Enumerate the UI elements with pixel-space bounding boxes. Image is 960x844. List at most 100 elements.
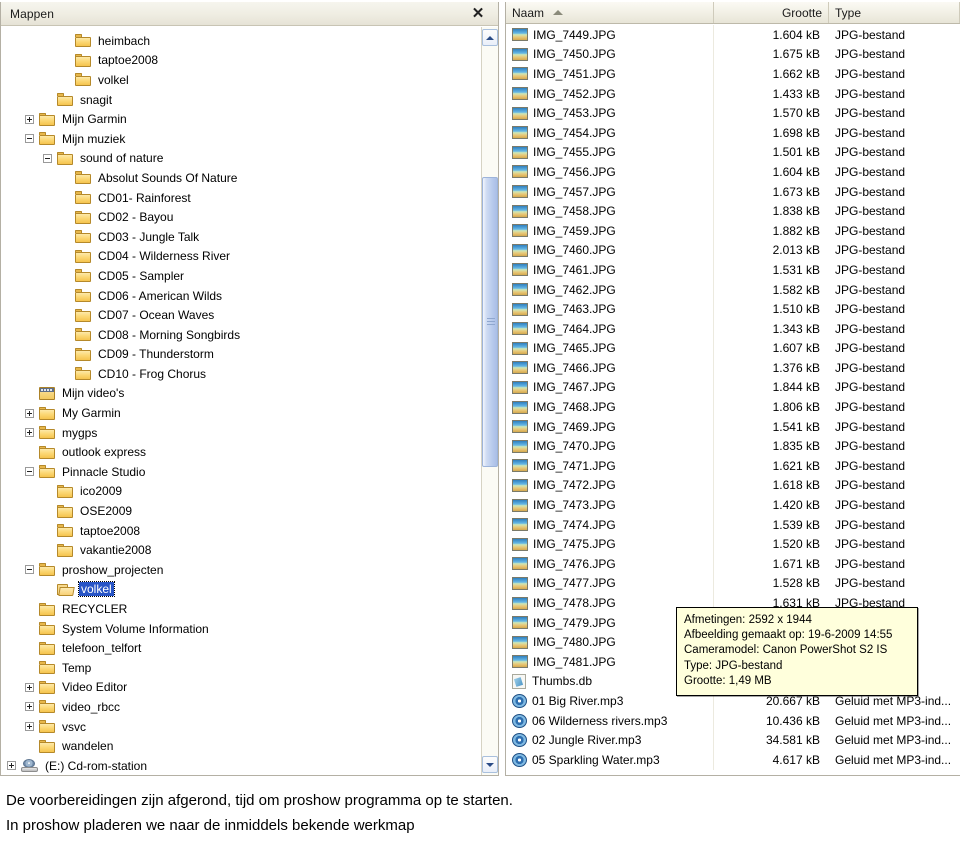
file-row[interactable]: IMG_7451.JPG 1.662 kB JPG-bestand (506, 64, 960, 84)
tree-item-mijn-video-s[interactable]: Mijn video's (1, 384, 479, 404)
file-row[interactable]: IMG_7461.JPG 1.531 kB JPG-bestand (506, 260, 960, 280)
tree-item-pinnacle-studio[interactable]: Pinnacle Studio (1, 462, 479, 482)
column-header-name[interactable]: Naam (506, 2, 714, 23)
file-row[interactable]: IMG_7455.JPG 1.501 kB JPG-bestand (506, 142, 960, 163)
tree-item-cd03-jungle-talk[interactable]: CD03 - Jungle Talk (1, 227, 479, 247)
file-row[interactable]: IMG_7462.JPG 1.582 kB JPG-bestand (506, 279, 960, 300)
expand-icon[interactable] (7, 761, 16, 771)
collapse-icon[interactable] (25, 467, 34, 477)
tree-item-cd02-bayou[interactable]: CD02 - Bayou (1, 207, 479, 227)
tree-item-outlook-express[interactable]: outlook express (1, 442, 479, 462)
file-row[interactable]: IMG_7460.JPG 2.013 kB JPG-bestand (506, 240, 960, 261)
tree-item-recycler[interactable]: RECYCLER (1, 599, 479, 619)
tree-item-e-cd-rom-station[interactable]: (E:) Cd-rom-station (1, 756, 479, 775)
close-icon[interactable]: ✕ (470, 5, 486, 21)
tree-item-cd06-american-wilds[interactable]: CD06 - American Wilds (1, 286, 479, 306)
file-row[interactable]: IMG_7456.JPG 1.604 kB JPG-bestand (506, 162, 960, 182)
expand-icon[interactable] (25, 722, 34, 732)
tree-item-video-editor[interactable]: Video Editor (1, 678, 479, 698)
folder-tree-scrollbar[interactable] (481, 27, 498, 775)
tree-item-mygps[interactable]: mygps (1, 423, 479, 443)
file-type-cell: Geluid met MP3-ind... (835, 713, 952, 728)
tree-item-cd10-frog-chorus[interactable]: CD10 - Frog Chorus (1, 364, 479, 384)
tree-item-telefoon-telfort[interactable]: telefoon_telfort (1, 638, 479, 658)
expand-icon[interactable] (25, 682, 34, 692)
file-row[interactable]: IMG_7457.JPG 1.673 kB JPG-bestand (506, 181, 960, 202)
file-row[interactable]: IMG_7452.JPG 1.433 kB JPG-bestand (506, 83, 960, 104)
file-row[interactable]: 02 Jungle River.mp3 34.581 kB Geluid met M… (506, 730, 960, 750)
tooltip-line: Type: JPG-bestand (684, 659, 783, 672)
file-row[interactable]: IMG_7467.JPG 1.844 kB JPG-bestand (506, 377, 960, 398)
tree-item-cd05-sampler[interactable]: CD05 - Sampler (1, 266, 479, 286)
expand-icon[interactable] (25, 428, 34, 438)
file-row[interactable]: IMG_7453.JPG 1.570 kB JPG-bestand (506, 103, 960, 123)
file-row[interactable]: IMG_7454.JPG 1.698 kB JPG-bestand (506, 122, 960, 143)
file-row[interactable]: IMG_7470.JPG 1.835 kB JPG-bestand (506, 436, 960, 457)
file-row[interactable]: IMG_7475.JPG 1.520 kB JPG-bestand (506, 534, 960, 555)
tree-item-my-garmin[interactable]: My Garmin (1, 403, 479, 423)
scroll-up-button[interactable] (482, 29, 498, 46)
file-row[interactable]: IMG_7449.JPG 1.604 kB JPG-bestand (506, 25, 960, 45)
expand-icon[interactable] (25, 408, 34, 418)
file-row[interactable]: IMG_7465.JPG 1.607 kB JPG-bestand (506, 338, 960, 359)
collapse-icon[interactable] (43, 153, 52, 163)
file-row[interactable]: IMG_7476.JPG 1.671 kB JPG-bestand (506, 554, 960, 574)
collapse-icon[interactable] (25, 134, 34, 144)
file-row[interactable]: IMG_7466.JPG 1.376 kB JPG-bestand (506, 358, 960, 378)
tree-item-absolut-sounds-of-nature[interactable]: Absolut Sounds Of Nature (1, 168, 479, 188)
tree-item-volkel[interactable]: volkel (1, 580, 479, 600)
file-type-cell: JPG-bestand (835, 145, 906, 160)
folders-pane: Mappen ✕ heimbach taptoe2008 volkel snagit M… (0, 2, 499, 776)
file-row[interactable]: IMG_7464.JPG 1.343 kB JPG-bestand (506, 318, 960, 339)
tree-item-ico2009[interactable]: ico2009 (1, 482, 479, 502)
scroll-down-button[interactable] (482, 756, 498, 773)
tree-item-heimbach[interactable]: heimbach (1, 31, 479, 51)
file-row[interactable]: 05 Sparkling Water.mp3 4.617 kB Geluid met… (506, 749, 960, 770)
tree-item-taptoe2008[interactable]: taptoe2008 (1, 521, 479, 541)
tree-item-vsvc[interactable]: vsvc (1, 717, 479, 737)
tree-item-cd07-ocean-waves[interactable]: CD07 - Ocean Waves (1, 305, 479, 325)
file-row[interactable]: IMG_7473.JPG 1.420 kB JPG-bestand (506, 495, 960, 515)
file-size-cell: 1.844 kB (772, 380, 820, 395)
column-header-type[interactable]: Type (829, 2, 960, 23)
file-row[interactable]: IMG_7463.JPG 1.510 kB JPG-bestand (506, 299, 960, 319)
file-type-cell: JPG-bestand (835, 498, 906, 513)
file-row[interactable]: 06 Wilderness rivers.mp3 10.436 kB Geluid … (506, 710, 960, 731)
file-row[interactable]: IMG_7458.JPG 1.838 kB JPG-bestand (506, 201, 960, 221)
file-row[interactable]: IMG_7468.JPG 1.806 kB JPG-bestand (506, 397, 960, 417)
tree-item-wandelen[interactable]: wandelen (1, 736, 479, 756)
folder-tree-viewport[interactable]: heimbach taptoe2008 volkel snagit Mijn Garmi… (1, 27, 498, 775)
tree-item-vakantie2008[interactable]: vakantie2008 (1, 540, 479, 560)
tree-item-proshow-projecten[interactable]: proshow_projecten (1, 560, 479, 580)
cdrom-drive-icon (21, 758, 38, 773)
tree-item-temp[interactable]: Temp (1, 658, 479, 678)
tree-item-mijn-muziek[interactable]: Mijn muziek (1, 129, 479, 149)
expand-icon[interactable] (25, 114, 34, 124)
file-row[interactable]: IMG_7471.JPG 1.621 kB JPG-bestand (506, 456, 960, 476)
scrollbar-thumb[interactable] (482, 177, 498, 467)
folder-icon (57, 93, 73, 107)
expand-icon[interactable] (25, 702, 34, 712)
file-row[interactable]: IMG_7450.JPG 1.675 kB JPG-bestand (506, 44, 960, 65)
file-row[interactable]: IMG_7477.JPG 1.528 kB JPG-bestand (506, 573, 960, 594)
folder-icon (39, 680, 55, 694)
file-row[interactable]: IMG_7459.JPG 1.882 kB JPG-bestand (506, 220, 960, 241)
tree-item-cd01-rainforest[interactable]: CD01- Rainforest (1, 188, 479, 208)
collapse-icon[interactable] (25, 565, 34, 575)
column-header-size[interactable]: Grootte (714, 2, 829, 23)
file-row[interactable]: IMG_7469.JPG 1.541 kB JPG-bestand (506, 416, 960, 437)
tree-item-volkel[interactable]: volkel (1, 70, 479, 90)
tree-item-mijn-garmin[interactable]: Mijn Garmin (1, 109, 479, 129)
tree-item-cd08-morning-songbirds[interactable]: CD08 - Morning Songbirds (1, 325, 479, 345)
tree-item-taptoe2008[interactable]: taptoe2008 (1, 51, 479, 71)
jpg-icon (512, 243, 528, 257)
tree-item-snagit[interactable]: snagit (1, 90, 479, 110)
tree-item-system-volume-information[interactable]: System Volume Information (1, 619, 479, 639)
tree-item-cd09-thunderstorm[interactable]: CD09 - Thunderstorm (1, 345, 479, 365)
tree-item-video-rbcc[interactable]: video_rbcc (1, 697, 479, 717)
tree-item-cd04-wilderness-river[interactable]: CD04 - Wilderness River (1, 247, 479, 267)
file-row[interactable]: IMG_7472.JPG 1.618 kB JPG-bestand (506, 475, 960, 496)
tree-item-ose2009[interactable]: OSE2009 (1, 501, 479, 521)
tree-item-sound-of-nature[interactable]: sound of nature (1, 149, 479, 169)
file-row[interactable]: IMG_7474.JPG 1.539 kB JPG-bestand (506, 514, 960, 535)
